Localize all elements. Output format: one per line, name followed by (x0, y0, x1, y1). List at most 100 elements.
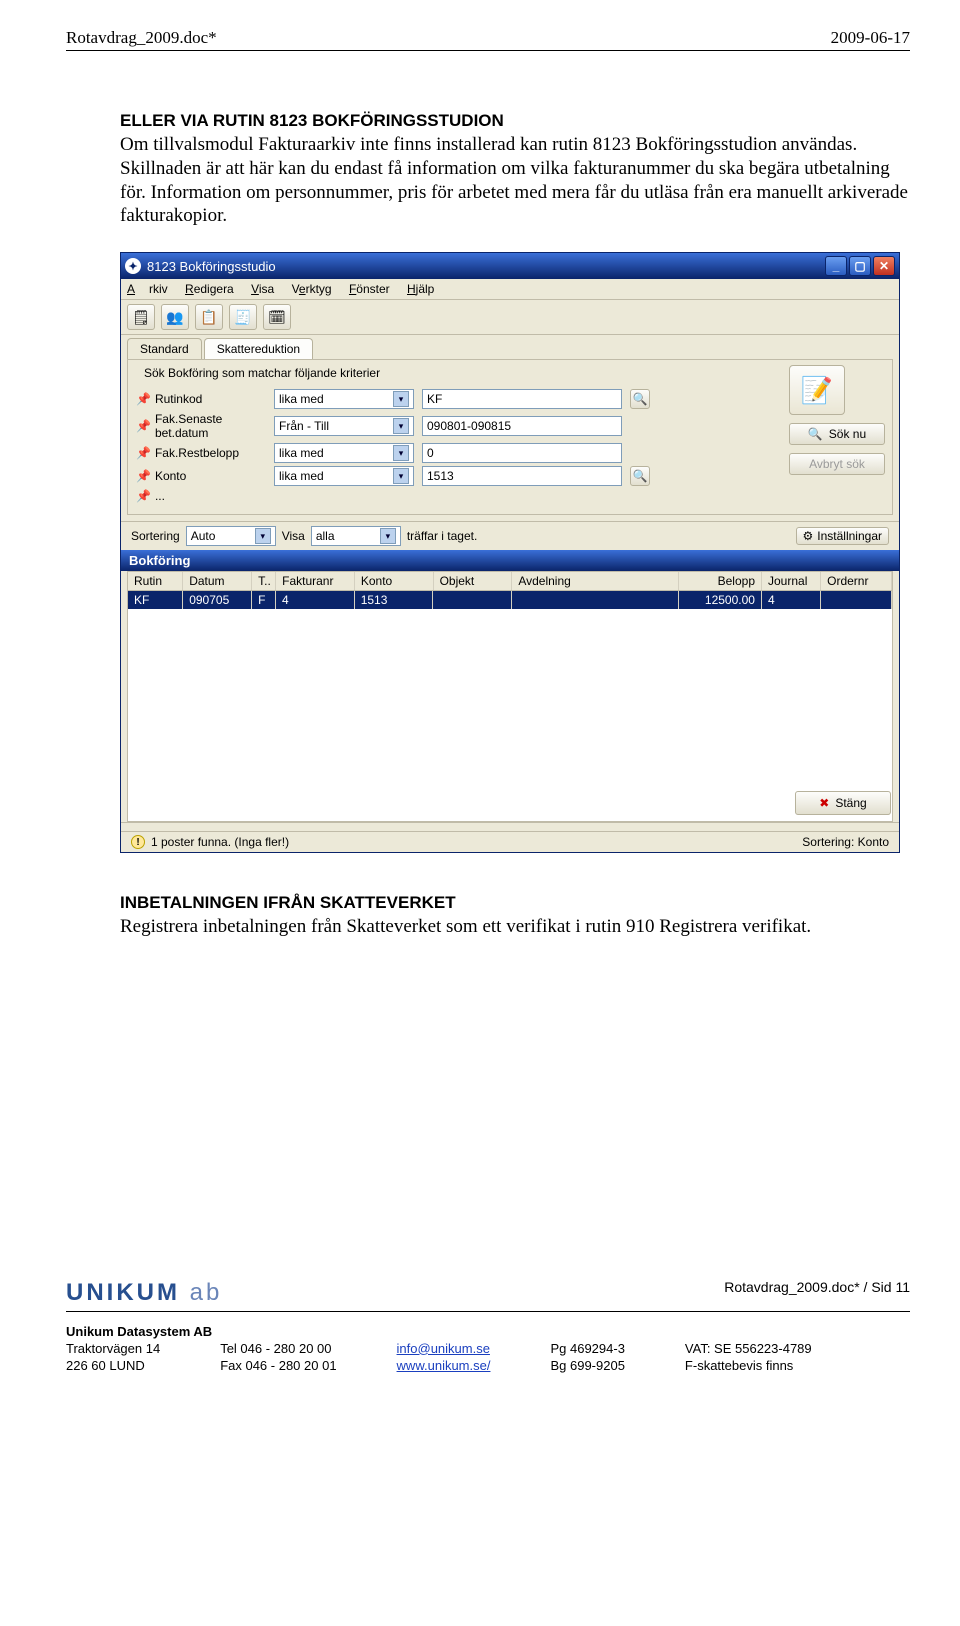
website-link[interactable]: www.unikum.se/ (397, 1358, 491, 1373)
label-rutinkod: Rutinkod (155, 392, 202, 406)
col-rutin[interactable]: Rutin (128, 572, 183, 590)
sok-nu-button[interactable]: 🔍Sök nu (789, 423, 885, 445)
notes-icon: 📝 (789, 365, 845, 415)
company-name: Unikum Datasystem AB (66, 1324, 910, 1339)
combo-fakdat-op[interactable]: Från - Till▾ (274, 416, 414, 436)
toolbar-icon-4[interactable]: 🧾 (229, 304, 257, 330)
input-rutinkod[interactable]: KF (422, 389, 622, 409)
page-footer: UNIKUM ab Rotavdrag_2009.doc* / Sid 11 U… (66, 1279, 910, 1373)
col-avdelning[interactable]: Avdelning (512, 572, 679, 590)
grid-footer: ✖ Stäng (121, 822, 899, 831)
section-1-body: Om tillvalsmodul Fakturaarkiv inte finns… (120, 133, 910, 228)
menu-visa[interactable]: Visa (251, 282, 274, 296)
maximize-button[interactable]: ▢ (849, 256, 871, 276)
cell-jour: 4 (762, 591, 821, 609)
combo-sortering[interactable]: Auto▾ (186, 526, 276, 546)
search-icon[interactable]: 🔍 (630, 466, 650, 486)
chevron-down-icon: ▾ (255, 528, 271, 544)
pin-icon: 📌 (136, 489, 151, 503)
cell-rutin: KF (128, 591, 183, 609)
stang-button[interactable]: ✖ Stäng (795, 791, 891, 815)
table-row[interactable]: KF 090705 F 4 1513 12500.00 4 (128, 591, 892, 609)
col-t[interactable]: T.. (252, 572, 276, 590)
footer-col-vat: VAT: SE 556223-4789 F-skattebevis finns (685, 1341, 812, 1373)
combo-konto-op[interactable]: lika med▾ (274, 466, 414, 486)
app-window: ✦ 8123 Bokföringsstudio _ ▢ ✕ Arkiv Redi… (120, 252, 900, 853)
doc-date: 2009-06-17 (831, 28, 910, 48)
search-criteria-fieldset: Sök Bokföring som matchar följande krite… (127, 359, 893, 515)
window-title: 8123 Bokföringsstudio (147, 259, 276, 274)
combo-rest-op[interactable]: lika med▾ (274, 443, 414, 463)
toolbar-icon-2[interactable]: 👥 (161, 304, 189, 330)
close-icon: ✖ (819, 796, 829, 810)
menu-verktyg[interactable]: Verktyg (292, 282, 332, 296)
chevron-down-icon: ▾ (380, 528, 396, 544)
sort-row: Sortering Auto▾ Visa alla▾ träffar i tag… (121, 521, 899, 550)
col-ordernr[interactable]: Ordernr (821, 572, 892, 590)
cell-ord (821, 591, 892, 609)
cell-fak: 4 (276, 591, 355, 609)
input-konto[interactable]: 1513 (422, 466, 622, 486)
info-icon: ! (131, 835, 145, 849)
col-konto[interactable]: Konto (355, 572, 434, 590)
section-2-body: Registrera inbetalningen från Skatteverk… (120, 915, 910, 939)
close-button[interactable]: ✕ (873, 256, 895, 276)
combo-visa[interactable]: alla▾ (311, 526, 401, 546)
statusbar: ! 1 poster funna. (Inga fler!) Sortering… (121, 831, 899, 852)
app-icon: ✦ (125, 258, 141, 274)
label-more[interactable]: ... (155, 489, 165, 503)
doc-filename: Rotavdrag_2009.doc* (66, 28, 217, 48)
toolbar-icon-3[interactable]: 📋 (195, 304, 223, 330)
chevron-down-icon: ▾ (393, 391, 409, 407)
tab-skattereduktion[interactable]: Skattereduktion (204, 338, 313, 360)
col-journal[interactable]: Journal (762, 572, 821, 590)
search-icon[interactable]: 🔍 (630, 389, 650, 409)
fieldset-title: Sök Bokföring som matchar följande krite… (140, 366, 384, 380)
titlebar: ✦ 8123 Bokföringsstudio _ ▢ ✕ (121, 253, 899, 279)
installningar-button[interactable]: ⚙ Inställningar (796, 527, 889, 545)
combo-rutinkod-op[interactable]: lika med▾ (274, 389, 414, 409)
cell-t: F (252, 591, 276, 609)
cell-obj (433, 591, 512, 609)
toolbar-icon-1[interactable]: 🗒 (127, 304, 155, 330)
avbryt-sok-button[interactable]: Avbryt sök (789, 453, 885, 475)
label-visa: Visa (282, 529, 305, 543)
footer-col-web: info@unikum.se www.unikum.se/ (397, 1341, 491, 1373)
menubar: Arkiv Redigera Visa Verktyg Fönster Hjäl… (121, 279, 899, 300)
document-header: Rotavdrag_2009.doc* 2009-06-17 (66, 28, 910, 51)
col-objekt[interactable]: Objekt (434, 572, 513, 590)
footer-col-giro: Pg 469294-3 Bg 699-9205 (550, 1341, 624, 1373)
input-fakdat[interactable]: 090801-090815 (422, 416, 622, 436)
pin-icon: 📌 (136, 419, 151, 433)
section-2-heading: INBETALNINGEN IFRÅN SKATTEVERKET (120, 893, 910, 913)
label-rest: Fak.Restbelopp (155, 446, 239, 460)
footer-col-phone: Tel 046 - 280 20 00 Fax 046 - 280 20 01 (220, 1341, 336, 1373)
pin-icon: 📌 (136, 469, 151, 483)
grid-band: Bokföring (121, 550, 899, 571)
label-traffar: träffar i taget. (407, 529, 477, 543)
minimize-button[interactable]: _ (825, 256, 847, 276)
col-fakturanr[interactable]: Fakturanr (276, 572, 355, 590)
status-left: 1 poster funna. (Inga fler!) (151, 835, 289, 849)
toolbar: 🗒 👥 📋 🧾 🗓 (121, 300, 899, 335)
cell-konto: 1513 (355, 591, 434, 609)
toolbar-icon-5[interactable]: 🗓 (263, 304, 291, 330)
pin-icon: 📌 (136, 392, 151, 406)
menu-arkiv[interactable]: Arkiv (127, 282, 168, 296)
chevron-down-icon: ▾ (393, 418, 409, 434)
page-reference: Rotavdrag_2009.doc* / Sid 11 (724, 1279, 910, 1307)
label-sortering: Sortering (131, 529, 180, 543)
tab-standard[interactable]: Standard (127, 338, 202, 359)
menu-hjalp[interactable]: Hjälp (407, 282, 434, 296)
status-right: Sortering: Konto (802, 835, 889, 849)
menu-redigera[interactable]: Redigera (185, 282, 234, 296)
input-rest[interactable]: 0 (422, 443, 622, 463)
email-link[interactable]: info@unikum.se (397, 1341, 491, 1356)
cell-avd (512, 591, 679, 609)
label-konto: Konto (155, 469, 186, 483)
menu-fonster[interactable]: Fönster (349, 282, 390, 296)
col-belopp[interactable]: Belopp (679, 572, 762, 590)
label-fakdat: Fak.Senaste bet.datum (155, 412, 266, 440)
col-datum[interactable]: Datum (183, 572, 252, 590)
cell-datum: 090705 (183, 591, 252, 609)
